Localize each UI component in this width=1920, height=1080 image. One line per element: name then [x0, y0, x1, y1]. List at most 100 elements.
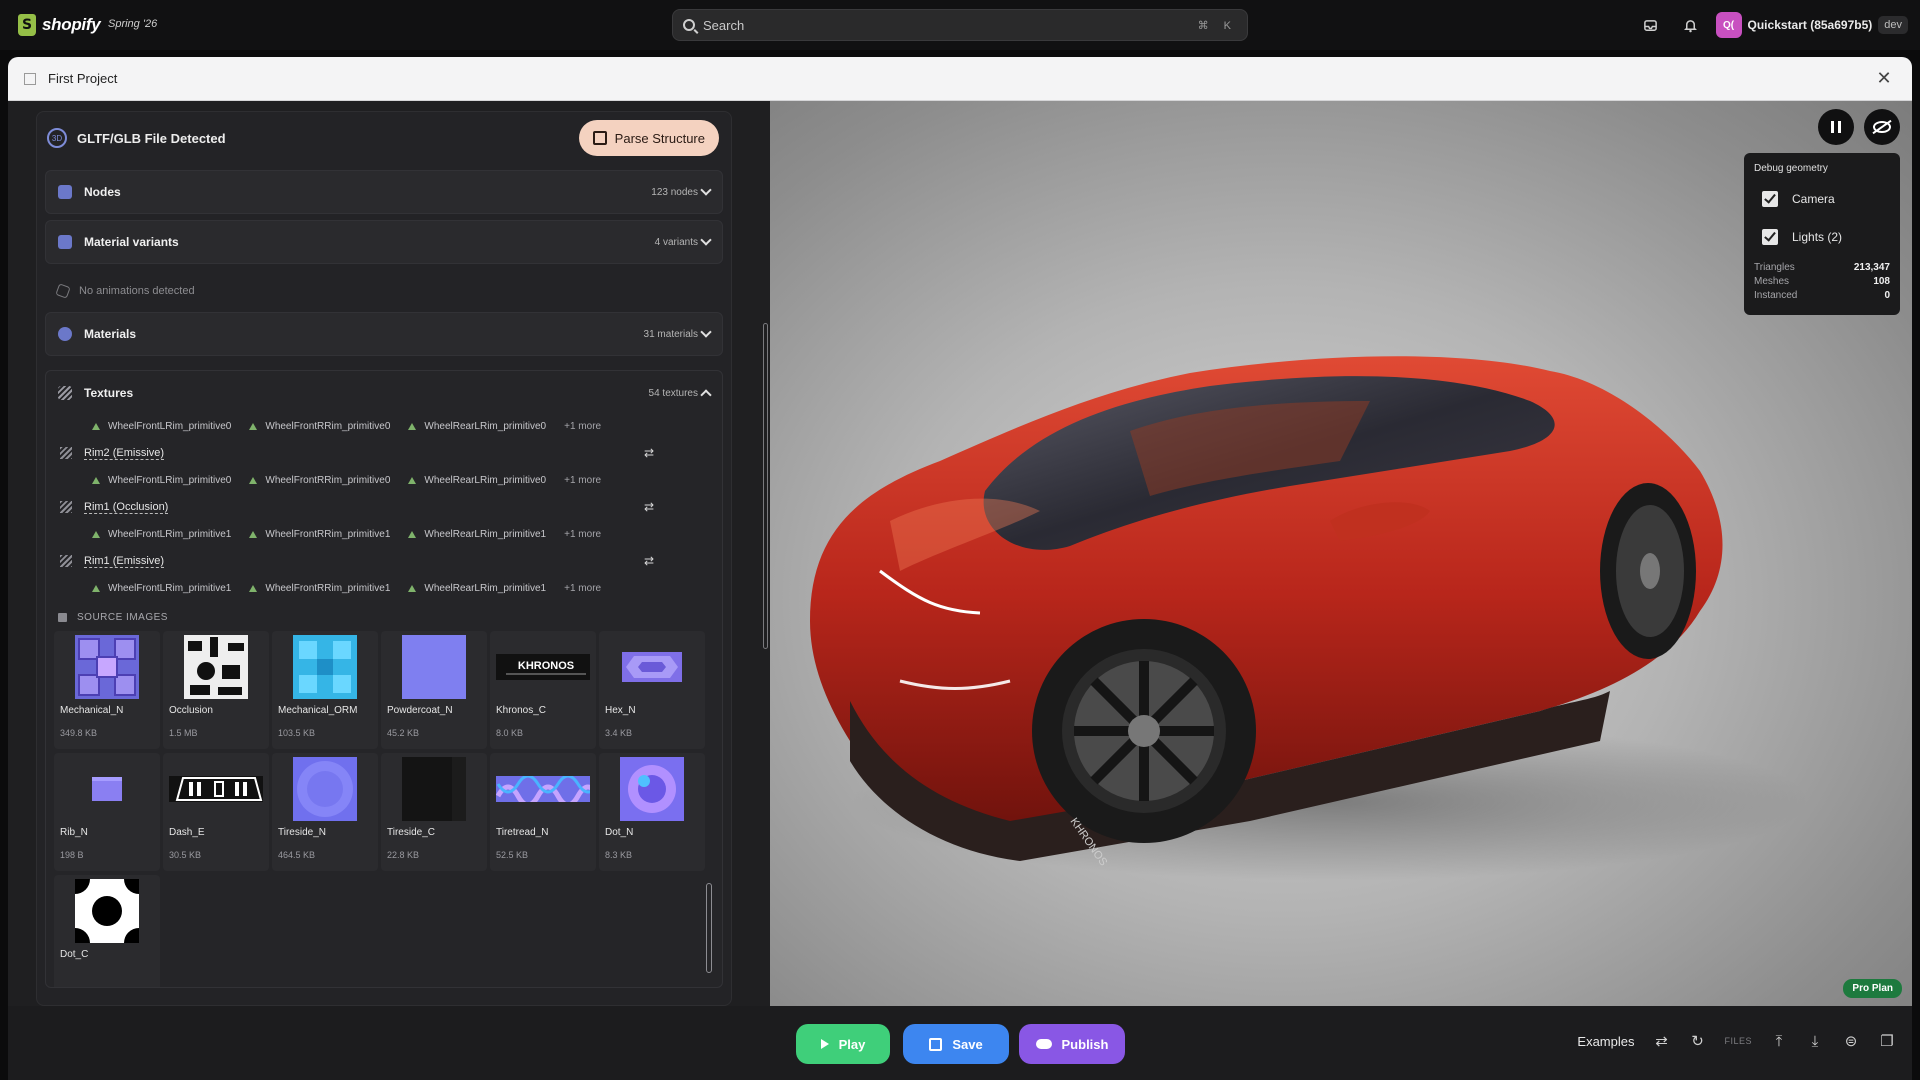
- texture-name[interactable]: Rim1 (Emissive): [84, 555, 165, 568]
- texture-preview: [387, 635, 481, 699]
- mesh-chip[interactable]: WheelRearLRim_primitive0: [408, 475, 546, 486]
- source-image-card[interactable]: Mechanical_N 349.8 KB: [54, 631, 160, 749]
- play-button[interactable]: Play: [796, 1024, 890, 1064]
- section-title: Nodes: [84, 185, 121, 199]
- texture-item[interactable]: Rim1 (Emissive) ⇄: [46, 545, 722, 577]
- reset-icon[interactable]: ↻: [1688, 1032, 1706, 1050]
- mesh-chip[interactable]: WheelFrontRRim_primitive0: [249, 475, 390, 486]
- section-material-variants[interactable]: Material variants 4 variants: [45, 220, 723, 264]
- mesh-chip[interactable]: WheelFrontLRim_primitive0: [92, 421, 231, 432]
- 3d-viewport[interactable]: KHRONOS Debug geometry Camera Lights (2)…: [770, 101, 1912, 1006]
- texture-usage-row: WheelFrontLRim_primitive1 WheelFrontRRim…: [46, 523, 722, 545]
- mesh-chip[interactable]: WheelFrontLRim_primitive1: [92, 529, 231, 540]
- more-chip[interactable]: +1 more: [564, 421, 601, 432]
- mesh-chip[interactable]: WheelFrontRRim_primitive1: [249, 583, 390, 594]
- more-chip[interactable]: +1 more: [564, 475, 601, 486]
- source-image-card[interactable]: Dot_C: [54, 875, 160, 987]
- examples-link[interactable]: Examples: [1577, 1034, 1634, 1049]
- stat-row: Instanced 0: [1754, 290, 1890, 304]
- swap-icon[interactable]: ⇄: [644, 500, 654, 514]
- texture-icon: [58, 386, 72, 400]
- source-image-card[interactable]: Tireside_C 22.8 KB: [381, 753, 487, 871]
- search-placeholder: Search: [703, 17, 745, 33]
- source-image-card[interactable]: Dot_N 8.3 KB: [599, 753, 705, 871]
- texture-name[interactable]: Rim2 (Emissive): [84, 447, 165, 460]
- more-chip[interactable]: +1 more: [564, 529, 601, 540]
- checkbox-checked[interactable]: [1762, 191, 1778, 207]
- store-switcher[interactable]: Q( Quickstart (85a697b5) dev: [1715, 10, 1908, 40]
- save-label: Save: [952, 1036, 983, 1052]
- texture-usage-row: WheelFrontLRim_primitive0 WheelFrontRRim…: [46, 469, 722, 491]
- save-button[interactable]: Save: [903, 1024, 1009, 1064]
- section-count: 54 textures: [648, 387, 698, 399]
- source-image-card[interactable]: Mechanical_ORM 103.5 KB: [272, 631, 378, 749]
- export-icon[interactable]: ⊜: [1842, 1032, 1860, 1050]
- textures-scrollbar[interactable]: [706, 883, 712, 973]
- source-images-label: SOURCE IMAGES: [77, 611, 168, 623]
- inbox-icon[interactable]: [1636, 10, 1666, 40]
- toggle-debug-button[interactable]: [1864, 109, 1900, 145]
- search-icon: [683, 19, 695, 31]
- source-image-card[interactable]: Tireside_N 464.5 KB: [272, 753, 378, 871]
- section-nodes[interactable]: Nodes 123 nodes: [45, 170, 723, 214]
- texture-icon: [60, 501, 72, 513]
- more-chip[interactable]: +1 more: [564, 583, 601, 594]
- mesh-chip[interactable]: WheelRearLRim_primitive0: [408, 421, 546, 432]
- texture-item[interactable]: Rim1 (Occlusion) ⇄: [46, 491, 722, 523]
- copy-icon[interactable]: ❐: [1878, 1032, 1896, 1050]
- mesh-chip[interactable]: WheelRearLRim_primitive1: [408, 529, 546, 540]
- texture-preview: [169, 757, 263, 821]
- parse-structure-button[interactable]: Parse Structure: [578, 120, 719, 156]
- swap-icon[interactable]: ⇄: [644, 446, 654, 460]
- image-name: Tireside_C: [387, 827, 435, 838]
- source-image-card[interactable]: KHRONOS Khronos_C 8.0 KB: [490, 631, 596, 749]
- source-image-card[interactable]: Occlusion 1.5 MB: [163, 631, 269, 749]
- swap-icon[interactable]: ⇄: [644, 554, 654, 568]
- bell-icon[interactable]: [1676, 10, 1706, 40]
- close-icon[interactable]: ✕: [1872, 68, 1896, 89]
- source-image-card[interactable]: Hex_N 3.4 KB: [599, 631, 705, 749]
- camera-toggle[interactable]: Camera: [1754, 186, 1890, 212]
- pause-button[interactable]: [1818, 109, 1854, 145]
- source-image-card[interactable]: Powdercoat_N 45.2 KB: [381, 631, 487, 749]
- app-grid-icon: [24, 72, 36, 85]
- download-icon[interactable]: ⤓: [1806, 1032, 1824, 1050]
- search-input[interactable]: Search ⌘ K: [672, 9, 1248, 41]
- checkbox-checked[interactable]: [1762, 229, 1778, 245]
- source-image-card[interactable]: Tiretread_N 52.5 KB: [490, 753, 596, 871]
- source-image-card[interactable]: Rib_N 198 B: [54, 753, 160, 871]
- texture-usage-row: WheelFrontLRim_primitive0 WheelFrontRRim…: [46, 415, 722, 437]
- toggle-label: Camera: [1792, 192, 1835, 206]
- upload-icon[interactable]: ⤒: [1770, 1032, 1788, 1050]
- stat-row: Triangles 213,347: [1754, 262, 1890, 276]
- image-name: Tiretread_N: [496, 827, 549, 838]
- chevron-down-icon: [700, 326, 712, 338]
- panel-scrollbar[interactable]: [763, 323, 768, 649]
- publish-button[interactable]: Publish: [1019, 1024, 1125, 1064]
- swap-icon[interactable]: ⇄: [1652, 1032, 1670, 1050]
- textures-header[interactable]: Textures 54 textures: [46, 371, 722, 415]
- mesh-icon: [408, 530, 417, 538]
- source-image-card[interactable]: Dash_E 30.5 KB: [163, 753, 269, 871]
- rear-wheel: [1600, 483, 1696, 659]
- palette-icon: [58, 327, 72, 341]
- image-size: 8.3 KB: [605, 850, 633, 860]
- mesh-chip[interactable]: WheelFrontRRim_primitive0: [249, 421, 390, 432]
- texture-preview: [278, 757, 372, 821]
- lights-toggle[interactable]: Lights (2): [1754, 224, 1890, 250]
- mesh-icon: [249, 476, 258, 484]
- shopify-logo[interactable]: shopify: [18, 14, 101, 36]
- section-materials[interactable]: Materials 31 materials: [45, 312, 723, 356]
- mesh-chip[interactable]: WheelFrontRRim_primitive1: [249, 529, 390, 540]
- files-label: FILES: [1724, 1036, 1752, 1046]
- pro-plan-badge[interactable]: Pro Plan: [1843, 979, 1902, 998]
- stat-value: 0: [1884, 290, 1890, 301]
- texture-name[interactable]: Rim1 (Occlusion): [84, 501, 169, 514]
- texture-item[interactable]: Rim2 (Emissive) ⇄: [46, 437, 722, 469]
- no-animations-row: No animations detected: [45, 276, 723, 306]
- section-count: 123 nodes: [651, 186, 698, 198]
- mesh-chip[interactable]: WheelFrontLRim_primitive0: [92, 475, 231, 486]
- brand-name: shopify: [42, 15, 101, 34]
- mesh-chip[interactable]: WheelFrontLRim_primitive1: [92, 583, 231, 594]
- mesh-chip[interactable]: WheelRearLRim_primitive1: [408, 583, 546, 594]
